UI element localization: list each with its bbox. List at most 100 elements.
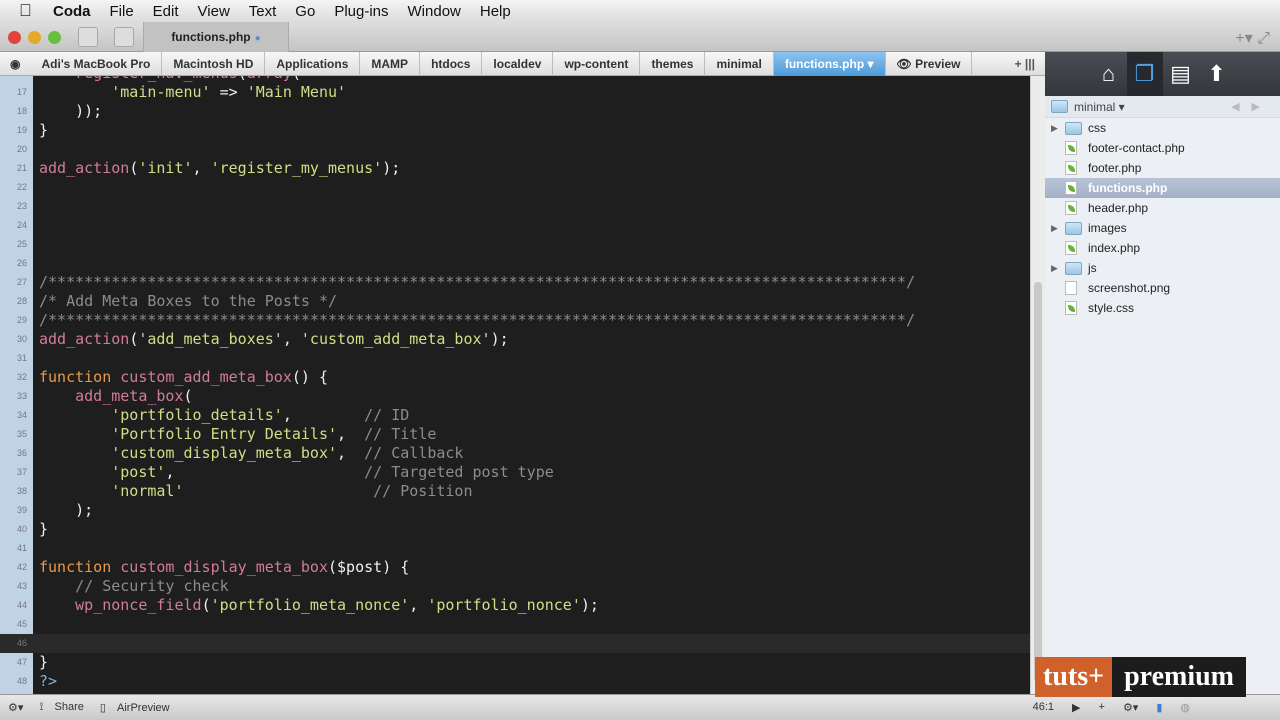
airpreview-button[interactable]: ▯ AirPreview — [92, 701, 170, 714]
sidebar-folder-selector[interactable]: minimal ▾ ◀▶ — [1045, 96, 1280, 118]
code-line[interactable]: 32 function custom_add_meta_box() { — [0, 368, 1030, 387]
code-token: ); — [39, 501, 94, 519]
file-item[interactable]: footer-contact.php — [1045, 138, 1280, 158]
code-line[interactable]: 28 /* Add Meta Boxes to the Posts */ — [0, 292, 1030, 311]
code-line[interactable]: 47} — [0, 653, 1030, 672]
code-line[interactable]: 31 — [0, 349, 1030, 368]
code-line[interactable]: 45 — [0, 615, 1030, 634]
code-editor[interactable]: 16 register_nav_menus(array(17 'main-men… — [0, 76, 1030, 694]
menu-view[interactable]: View — [198, 3, 230, 20]
breadcrumb-current-file[interactable]: functions.php ▾ — [773, 51, 886, 76]
sidebar-toggle-button[interactable] — [114, 27, 134, 47]
code-file-icon — [1065, 301, 1077, 315]
add-icon[interactable]: + — [1099, 701, 1105, 714]
path-menu-icon[interactable]: ◉ — [0, 52, 30, 76]
code-line[interactable]: 39 ); — [0, 501, 1030, 520]
menu-go[interactable]: Go — [295, 3, 315, 20]
breadcrumb-item[interactable]: htdocs — [420, 51, 483, 76]
code-line[interactable]: 46 — [0, 634, 1030, 653]
split-view-button[interactable]: + ||| — [1005, 57, 1045, 71]
file-item[interactable]: ▶ images — [1045, 218, 1280, 238]
code-line[interactable]: 34 'portfolio_details', // ID — [0, 406, 1030, 425]
breadcrumb-item[interactable]: Macintosh HD — [162, 51, 266, 76]
home-icon[interactable]: ⌂ — [1091, 52, 1127, 96]
menu-help[interactable]: Help — [480, 3, 511, 20]
settings-gear-icon[interactable]: ⚙▾ — [8, 701, 23, 714]
device-icon: ▯ — [99, 702, 110, 714]
add-tab-icon[interactable]: +▾ ⤢ — [1235, 28, 1270, 48]
file-item[interactable]: screenshot.png — [1045, 278, 1280, 298]
file-item[interactable]: ▶ js — [1045, 258, 1280, 278]
menu-text[interactable]: Text — [249, 3, 277, 20]
code-line[interactable]: 21 add_action('init', 'register_my_menus'… — [0, 159, 1030, 178]
code-line[interactable]: 16 register_nav_menus(array( — [0, 76, 1030, 83]
code-line[interactable]: 25 — [0, 235, 1030, 254]
device-blue-icon[interactable]: ▮ — [1156, 701, 1162, 714]
code-line[interactable]: 30 add_action('add_meta_boxes', 'custom_a… — [0, 330, 1030, 349]
code-line[interactable]: 24 — [0, 216, 1030, 235]
code-line[interactable]: 23 — [0, 197, 1030, 216]
publish-up-arrow-icon[interactable]: ⬆ — [1199, 52, 1235, 96]
outline-icon[interactable]: ▤ — [1163, 52, 1199, 96]
breadcrumb-item[interactable]: localdev — [482, 51, 554, 76]
disclosure-triangle-icon[interactable]: ▶ — [1051, 223, 1058, 234]
code-line[interactable]: 17 'main-menu' => 'Main Menu' — [0, 83, 1030, 102]
file-item[interactable]: ▶ css — [1045, 118, 1280, 138]
file-item[interactable]: footer.php — [1045, 158, 1280, 178]
globe-icon[interactable]: ◍ — [1180, 701, 1190, 714]
file-item[interactable]: functions.php — [1045, 178, 1280, 198]
current-folder[interactable]: minimal ▾ — [1074, 100, 1125, 114]
breadcrumb-item[interactable]: wp-content — [553, 51, 641, 76]
code-line[interactable]: 40} — [0, 520, 1030, 539]
menu-edit[interactable]: Edit — [153, 3, 179, 20]
file-item[interactable]: header.php — [1045, 198, 1280, 218]
breadcrumb-item[interactable]: minimal — [705, 51, 774, 76]
menu-app[interactable]: Coda — [53, 3, 91, 20]
file-item[interactable]: index.php — [1045, 238, 1280, 258]
cursor-position[interactable]: 46:1 — [1033, 701, 1054, 714]
menu-file[interactable]: File — [110, 3, 134, 20]
minimize-button[interactable] — [28, 31, 41, 44]
run-icon[interactable]: ▶ — [1072, 701, 1080, 714]
code-line[interactable]: 48 ?> — [0, 672, 1030, 691]
breadcrumb-item[interactable]: Adi's MacBook Pro — [30, 51, 163, 76]
code-line[interactable]: 19} — [0, 121, 1030, 140]
scrollbar-thumb[interactable] — [1034, 282, 1042, 682]
code-line[interactable]: 38 'normal' // Position — [0, 482, 1030, 501]
close-button[interactable] — [8, 31, 21, 44]
file-item[interactable]: style.css — [1045, 298, 1280, 318]
folder-nav-arrows-icon[interactable]: ◀▶ — [1231, 100, 1272, 113]
sites-button[interactable] — [78, 27, 98, 47]
code-line[interactable]: 43 // Security check — [0, 577, 1030, 596]
gear-icon[interactable]: ⚙▾ — [1123, 701, 1138, 714]
vertical-scrollbar[interactable] — [1030, 76, 1045, 694]
code-line[interactable]: 36 'custom_display_meta_box', // Callbac… — [0, 444, 1030, 463]
code-line[interactable]: 35 'Portfolio Entry Details', // Title — [0, 425, 1030, 444]
code-line[interactable]: 20 — [0, 140, 1030, 159]
code-line[interactable]: 26 — [0, 254, 1030, 273]
code-line[interactable]: 37 'post', // Targeted post type — [0, 463, 1030, 482]
code-line[interactable]: 27 /*************************************… — [0, 273, 1030, 292]
breadcrumb-item[interactable]: Applications — [265, 51, 361, 76]
menu-window[interactable]: Window — [408, 3, 461, 20]
code-line[interactable]: 41 — [0, 539, 1030, 558]
preview-button[interactable]: 👁 Preview — [886, 51, 973, 76]
zoom-button[interactable] — [48, 31, 61, 44]
breadcrumb-item[interactable]: themes — [640, 51, 706, 76]
disclosure-triangle-icon[interactable]: ▶ — [1051, 263, 1058, 274]
menu-plugins[interactable]: Plug-ins — [334, 3, 388, 20]
breadcrumb-item[interactable]: MAMP — [360, 51, 421, 76]
apple-menu-icon[interactable]:  — [19, 2, 39, 20]
code-line[interactable]: 18 )); — [0, 102, 1030, 121]
tab-functions-php[interactable]: functions.php ● — [143, 22, 289, 52]
code-line[interactable]: 22 — [0, 178, 1030, 197]
code-line[interactable]: 44 wp_nonce_field('portfolio_meta_nonce'… — [0, 596, 1030, 615]
code-line[interactable]: 42 function custom_display_meta_box($post… — [0, 558, 1030, 577]
code-line[interactable]: 29 /*************************************… — [0, 311, 1030, 330]
share-button[interactable]: ⟟ Share — [31, 701, 84, 714]
code-line[interactable]: 33 add_meta_box( — [0, 387, 1030, 406]
code-text: function custom_add_meta_box() { — [39, 368, 328, 387]
files-icon[interactable]: ❐ — [1126, 52, 1163, 96]
disclosure-triangle-icon[interactable]: ▶ — [1051, 123, 1058, 134]
